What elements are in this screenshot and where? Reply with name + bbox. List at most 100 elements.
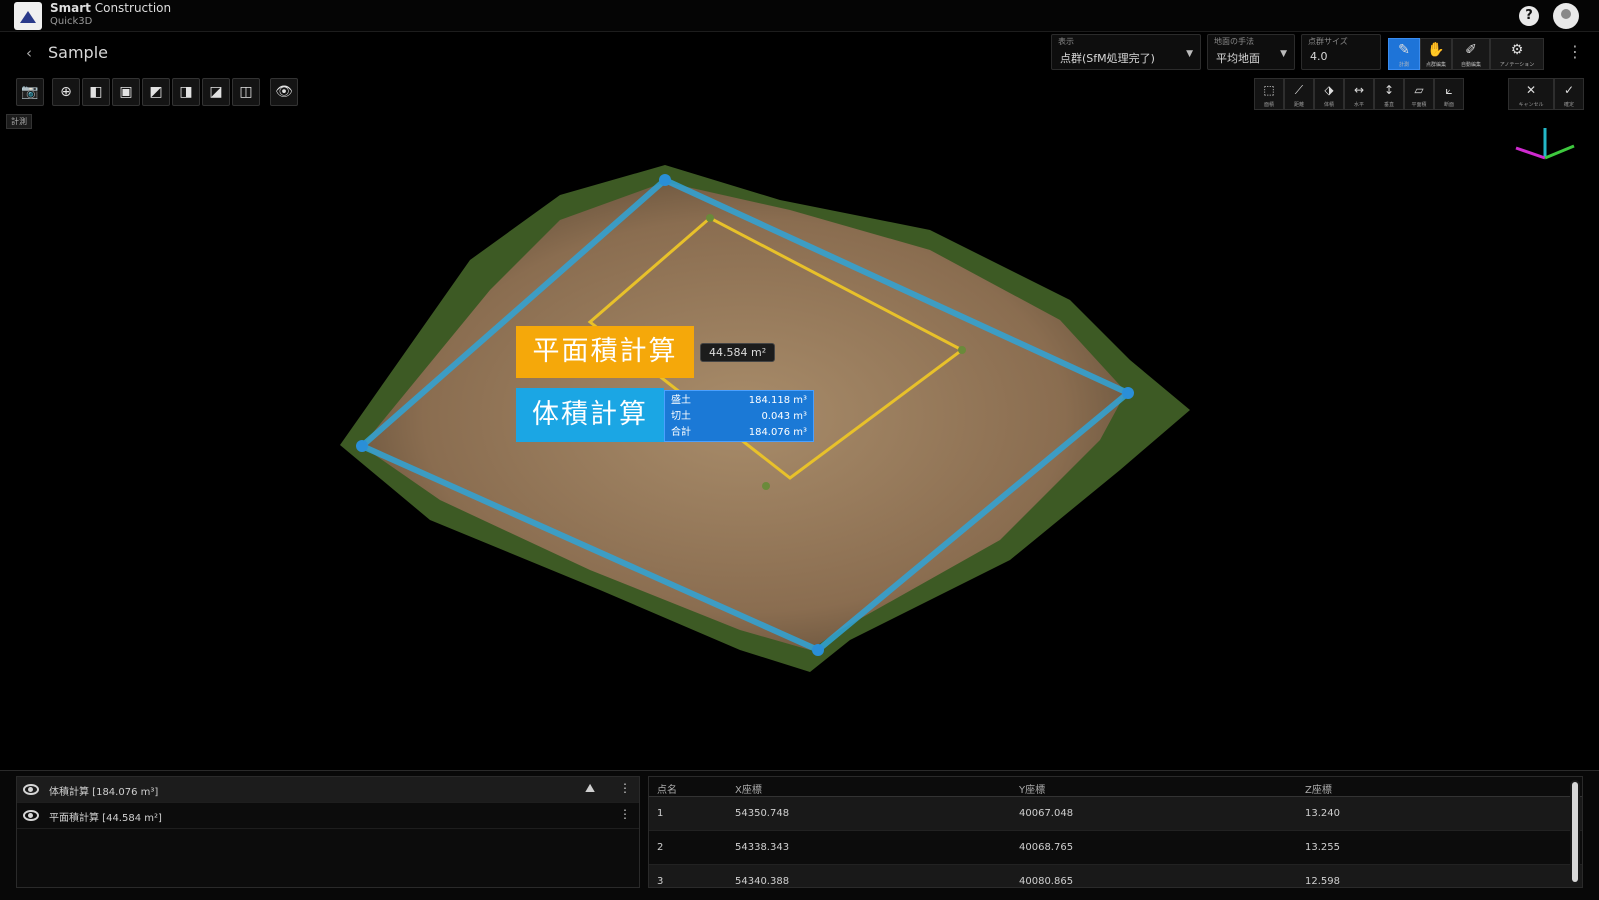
focus-button[interactable]: ⊕ bbox=[52, 78, 80, 106]
auto-edit-label: 自動編集 bbox=[1460, 62, 1481, 68]
volume-label-tag: 体積計算 bbox=[516, 388, 664, 442]
view-front-button[interactable]: ◩ bbox=[142, 78, 170, 106]
visibility-button[interactable]: 👁 bbox=[270, 78, 298, 106]
table-scrollbar[interactable] bbox=[1570, 780, 1580, 884]
table-cell: 1 bbox=[657, 808, 664, 819]
help-icon[interactable]: ? bbox=[1519, 6, 1539, 26]
cancel-button[interactable]: ✕ キャンセル bbox=[1508, 78, 1554, 110]
table-cell: 54340.388 bbox=[735, 876, 790, 887]
app-name: Smart Construction bbox=[50, 1, 172, 15]
table-cell: 40068.765 bbox=[1019, 842, 1074, 853]
table-cell: 40067.048 bbox=[1019, 808, 1074, 819]
table-cell: 13.240 bbox=[1305, 808, 1340, 819]
chevron-down-icon: ▼ bbox=[1186, 49, 1193, 59]
vertical-arrow-icon: ↕ bbox=[1383, 83, 1395, 97]
column-header: Y座標 bbox=[1019, 785, 1046, 796]
display-mode-value: 点群(SfM処理完了) bbox=[1060, 52, 1155, 65]
more-menu-icon[interactable]: ⋮ bbox=[619, 807, 631, 821]
volume-vertex[interactable] bbox=[1122, 387, 1134, 399]
annotation-button[interactable]: ⚙ アノテーション bbox=[1490, 38, 1544, 70]
point-size-input[interactable]: 点群サイズ 4.0 bbox=[1301, 34, 1381, 70]
cube-icon: ◧ bbox=[89, 84, 103, 100]
ground-method-value: 平均地面 bbox=[1216, 52, 1260, 65]
page-title: Sample bbox=[48, 43, 108, 62]
column-header: Z座標 bbox=[1305, 785, 1332, 796]
camera-icon: 📷 bbox=[21, 84, 39, 100]
section-tool-button[interactable]: ⟀ 断面 bbox=[1434, 78, 1464, 110]
volume-row: 盛土 184.118 m³ bbox=[671, 395, 807, 406]
title-bar: Smart Construction Quick3D ? bbox=[0, 0, 1599, 32]
screenshot-button[interactable]: 📷 bbox=[16, 78, 44, 106]
column-header: X座標 bbox=[735, 785, 762, 796]
more-menu-icon[interactable]: ⋮ bbox=[619, 781, 631, 795]
more-menu-icon[interactable]: ⋮ bbox=[1567, 42, 1583, 61]
list-item[interactable]: 体積計算 [184.076 m³] ⛰ ⋮ bbox=[17, 777, 639, 803]
confirm-button[interactable]: ✓ 確定 bbox=[1554, 78, 1584, 110]
annotation-label: アノテーション bbox=[1499, 62, 1535, 68]
list-item[interactable]: 平面積計算 [44.584 m²] ⋮ bbox=[17, 803, 639, 829]
volume-vertex[interactable] bbox=[659, 174, 671, 186]
volume-vertex[interactable] bbox=[356, 440, 368, 452]
column-header: 点名 bbox=[657, 785, 677, 796]
cancel-label: キャンセル bbox=[1518, 102, 1544, 108]
view-right-icon: ◨ bbox=[179, 84, 193, 100]
display-mode-select[interactable]: 表示 点群(SfM処理完了) ▼ bbox=[1051, 34, 1201, 70]
section-icon: ⟀ bbox=[1445, 83, 1453, 97]
volume-row: 合計 184.076 m³ bbox=[671, 427, 807, 438]
eye-icon[interactable] bbox=[23, 810, 39, 821]
coordinates-table: 点名 X座標 Y座標 Z座標 1 54350.748 40067.048 13.… bbox=[648, 776, 1583, 888]
auto-edit-button[interactable]: ✐ 自動編集 bbox=[1452, 38, 1490, 70]
terrain-icon[interactable]: ⛰ bbox=[585, 781, 595, 796]
volume-row: 切土 0.043 m³ bbox=[671, 411, 807, 422]
annotation-icon: ⚙ bbox=[1510, 42, 1524, 58]
layer-name: 体積計算 [184.076 m³] bbox=[49, 787, 159, 798]
view-left-icon: ◫ bbox=[239, 84, 253, 100]
area-tool-button[interactable]: ⬚ 面積 bbox=[1254, 78, 1284, 110]
app-logo-icon bbox=[14, 2, 42, 30]
plane-area-tool-label: 平面積 bbox=[1411, 102, 1427, 108]
plane-icon: ▱ bbox=[1414, 83, 1424, 97]
table-cell: 54350.748 bbox=[735, 808, 790, 819]
area-vertex[interactable] bbox=[958, 346, 966, 354]
ground-method-label: 地面の手法 bbox=[1214, 37, 1254, 46]
measure-mode-button[interactable]: ✎ 計測 bbox=[1388, 38, 1420, 70]
view-3d-button[interactable]: ◧ bbox=[82, 78, 110, 106]
table-row[interactable]: 3 54340.388 40080.865 12.598 bbox=[649, 865, 1582, 887]
user-avatar[interactable] bbox=[1553, 3, 1579, 29]
distance-tool-button[interactable]: ⟋ 距離 bbox=[1284, 78, 1314, 110]
table-cell: 40080.865 bbox=[1019, 876, 1074, 887]
horizontal-tool-button[interactable]: ↔ 水平 bbox=[1344, 78, 1374, 110]
area-vertex[interactable] bbox=[762, 482, 770, 490]
horizontal-tool-label: 水平 bbox=[1353, 102, 1364, 108]
eye-icon[interactable] bbox=[23, 784, 39, 795]
table-cell: 13.255 bbox=[1305, 842, 1340, 853]
volume-tool-label: 体積 bbox=[1323, 102, 1334, 108]
view-top-button[interactable]: ▣ bbox=[112, 78, 140, 106]
ground-method-select[interactable]: 地面の手法 平均地面 ▼ bbox=[1207, 34, 1295, 70]
horizontal-arrow-icon: ↔ bbox=[1353, 83, 1365, 97]
pen-icon: ✎ bbox=[1398, 42, 1410, 58]
area-label-tag: 平面積計算 bbox=[516, 326, 694, 378]
area-vertex[interactable] bbox=[706, 214, 714, 222]
view-back-button[interactable]: ◪ bbox=[202, 78, 230, 106]
brush-icon: ✐ bbox=[1465, 42, 1477, 58]
table-row[interactable]: 2 54338.343 40068.765 13.255 bbox=[649, 831, 1582, 865]
app-product-name: Quick3D bbox=[50, 16, 93, 27]
plane-area-tool-button[interactable]: ▱ 平面積 bbox=[1404, 78, 1434, 110]
check-icon: ✓ bbox=[1563, 83, 1575, 97]
table-row[interactable]: 1 54350.748 40067.048 13.240 bbox=[649, 797, 1582, 831]
back-arrow-icon[interactable]: ‹ bbox=[26, 44, 32, 62]
point-size-label: 点群サイズ bbox=[1308, 37, 1348, 46]
hand-icon: ✋ bbox=[1427, 42, 1445, 58]
view-left-button[interactable]: ◫ bbox=[232, 78, 260, 106]
point-size-value: 4.0 bbox=[1310, 50, 1328, 63]
ruler-icon: ⟋ bbox=[1294, 83, 1304, 97]
table-header: 点名 X座標 Y座標 Z座標 bbox=[649, 777, 1582, 797]
crosshair-icon: ⊕ bbox=[60, 84, 72, 100]
volume-vertex[interactable] bbox=[812, 644, 824, 656]
volume-tool-button[interactable]: ⬗ 体積 bbox=[1314, 78, 1344, 110]
point-edit-button[interactable]: ✋ 点群編集 bbox=[1420, 38, 1452, 70]
point-edit-label: 点群編集 bbox=[1425, 62, 1446, 68]
view-right-button[interactable]: ◨ bbox=[172, 78, 200, 106]
vertical-tool-button[interactable]: ↕ 垂直 bbox=[1374, 78, 1404, 110]
